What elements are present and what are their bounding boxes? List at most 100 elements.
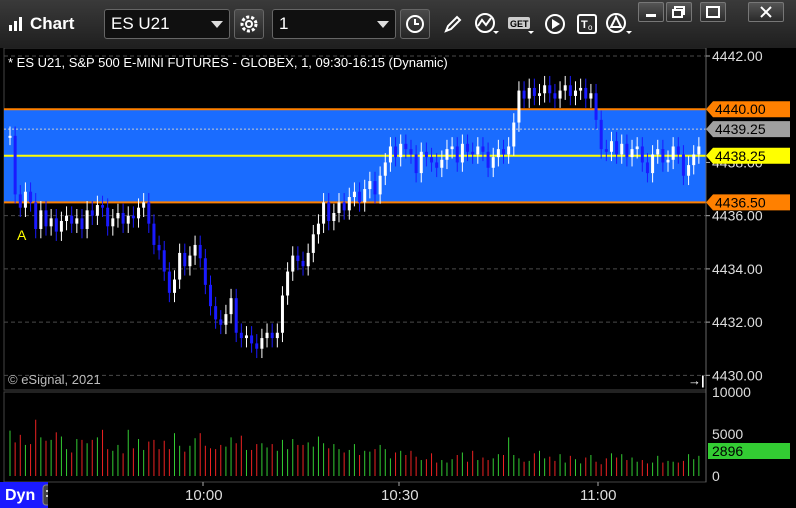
play-icon[interactable] [540,9,570,39]
close-icon[interactable] [748,2,784,22]
candle-body [188,255,192,267]
candle-body [589,93,593,99]
candle-body [29,191,33,203]
maximize-icon[interactable] [700,2,726,22]
interval-combo[interactable]: 1 [272,9,396,39]
symbol-value: ES U21 [111,14,170,33]
candle-body [332,213,336,221]
candle-body [460,143,464,163]
candle-body [224,314,228,325]
svg-text:T: T [581,19,588,31]
price-label-text: 4439.25 [715,121,766,137]
chart-header: * ES U21, S&P 500 E-MINI FUTURES - GLOBE… [8,55,448,70]
candle-body [101,205,105,208]
candle-body [491,157,495,168]
clock-icon[interactable] [400,9,430,39]
candle-body [620,143,624,155]
candle-body [265,332,269,339]
candle-body [445,149,449,160]
restore-icon[interactable] [666,2,692,22]
candle-body [676,146,680,155]
pencil-icon[interactable] [438,9,468,39]
interval-value: 1 [279,14,289,33]
candle-body [337,202,341,214]
candle-body [54,218,58,232]
candle-body [306,252,310,267]
volume-last-label: 2896 [712,443,743,459]
candle-body [563,85,567,91]
candle-body [609,141,613,152]
candle-body [517,90,521,123]
candle-body [352,191,356,198]
volume-tick-label: 5000 [712,426,743,442]
candle-body [573,90,577,96]
text-icon[interactable]: To [572,9,602,39]
candle-body [471,151,475,155]
candle-body [34,202,38,229]
candle-body [75,218,79,224]
candle-body [615,141,619,155]
symbol-combo[interactable]: ES U21 [104,9,230,39]
candle-body [342,202,346,211]
candle-body [301,260,305,267]
candle-body [8,135,12,138]
candle-body [59,220,63,232]
chevron-down-icon[interactable] [211,21,223,28]
candle-body [543,85,547,94]
candle-body [111,218,115,227]
candle-body [584,87,588,99]
candle-body [250,335,254,344]
candle-body [311,234,315,253]
svg-text:GET: GET [510,19,529,29]
window-titlebar: Chart ES U21 1 GET To [0,0,796,49]
candle-body [255,343,259,349]
candle-body [440,159,444,168]
chevron-down-icon[interactable] [377,21,389,28]
candle-body [394,146,398,158]
candle-body [455,146,459,163]
candle-body [229,298,233,315]
price-tick-label: 4432.00 [712,314,763,330]
alert-icon[interactable] [604,9,634,39]
candle-body [137,207,141,219]
candle-body [522,90,526,99]
candle-body [70,215,74,224]
candle-body [85,210,89,229]
candle-body [49,218,53,227]
candle-body [327,202,331,221]
get-icon[interactable]: GET [506,9,536,39]
dynamic-toggle[interactable]: Dyn [0,482,48,508]
candle-body [363,189,367,203]
scroll-end-icon: →| [688,373,705,388]
candle-body [512,122,516,147]
candle-body [481,146,485,152]
candle-body [666,159,670,163]
candle-body [640,146,644,163]
candle-body [625,143,629,158]
candle-body [687,165,691,176]
candle-body [579,87,583,91]
candle-body [121,213,125,224]
candle-body [316,223,320,235]
candle-body [219,319,223,325]
price-chart[interactable]: A 4442.004438.004436.004434.004432.00443… [0,48,796,508]
minimize-icon[interactable] [638,2,664,22]
candle-body [173,279,177,293]
settings-gear-icon[interactable] [234,9,264,39]
candle-body [388,146,392,163]
candle-body [126,215,130,224]
candle-body [131,215,135,219]
candle-body [275,332,279,339]
price-label-text: 4438.25 [715,148,766,164]
candle-body [661,149,665,163]
candle-body [532,87,536,96]
candle-body [280,295,284,333]
study-icon[interactable] [472,9,502,39]
candle-body [476,146,480,155]
candle-body [208,284,212,307]
candle-body [558,90,562,99]
candle-body [106,207,110,227]
candle-body [142,202,146,208]
volume-tick-label: 10000 [712,384,751,400]
candle-body [553,93,557,99]
